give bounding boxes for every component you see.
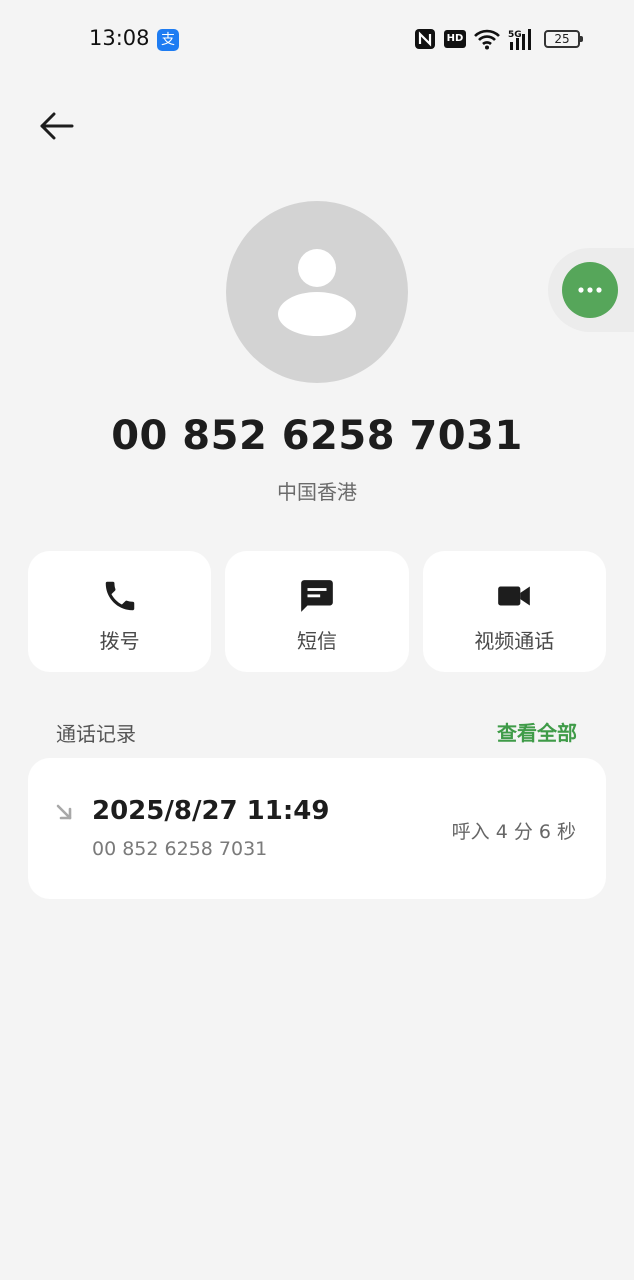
more-options-button[interactable]	[562, 262, 618, 318]
video-call-button[interactable]: 视频通话	[422, 551, 606, 672]
signal-icon: 5G	[508, 29, 531, 50]
action-buttons: 拨号 短信 视频通话	[28, 551, 606, 672]
video-camera-icon	[498, 586, 531, 606]
battery-icon: 25	[544, 30, 583, 48]
avatar	[226, 201, 408, 383]
dial-label: 拨号	[99, 629, 140, 653]
call-history-title: 通话记录	[56, 722, 136, 746]
record-datetime: 2025/8/27 11:49	[92, 796, 330, 826]
message-button[interactable]: 短信	[225, 551, 409, 672]
message-icon	[301, 580, 333, 612]
incoming-call-icon	[56, 804, 72, 820]
contact-detail-screen: 13:08 支 HD 5G 25 00 852 6258 7031 中国香港 拨…	[0, 0, 634, 1280]
message-label: 短信	[296, 629, 337, 653]
call-record-item[interactable]: 2025/8/27 11:49 00 852 6258 7031 呼入 4 分 …	[28, 758, 606, 899]
battery-level: 25	[554, 32, 570, 46]
nfc-icon	[415, 29, 435, 49]
back-arrow-icon[interactable]	[30, 106, 80, 146]
status-bar: 13:08 支 HD 5G 25	[0, 0, 634, 80]
contact-number: 00 852 6258 7031	[111, 413, 523, 459]
dial-button[interactable]: 拨号	[28, 551, 212, 672]
video-call-label: 视频通话	[474, 629, 555, 653]
record-duration: 呼入 4 分 6 秒	[451, 821, 576, 843]
hd-icon: HD	[444, 30, 466, 48]
more-dots-icon	[578, 287, 602, 293]
alipay-icon: 支	[157, 29, 179, 51]
phone-icon	[105, 581, 134, 611]
status-icons: HD 5G 25	[414, 28, 583, 50]
person-icon	[278, 249, 356, 336]
wifi-icon	[474, 29, 500, 50]
view-all-link[interactable]: 查看全部	[497, 717, 577, 746]
record-number: 00 852 6258 7031	[92, 838, 268, 860]
contact-location: 中国香港	[277, 480, 357, 504]
status-time: 13:08	[89, 26, 150, 50]
signal-label: 5G	[508, 30, 522, 40]
floating-assistant-tab	[548, 248, 634, 332]
